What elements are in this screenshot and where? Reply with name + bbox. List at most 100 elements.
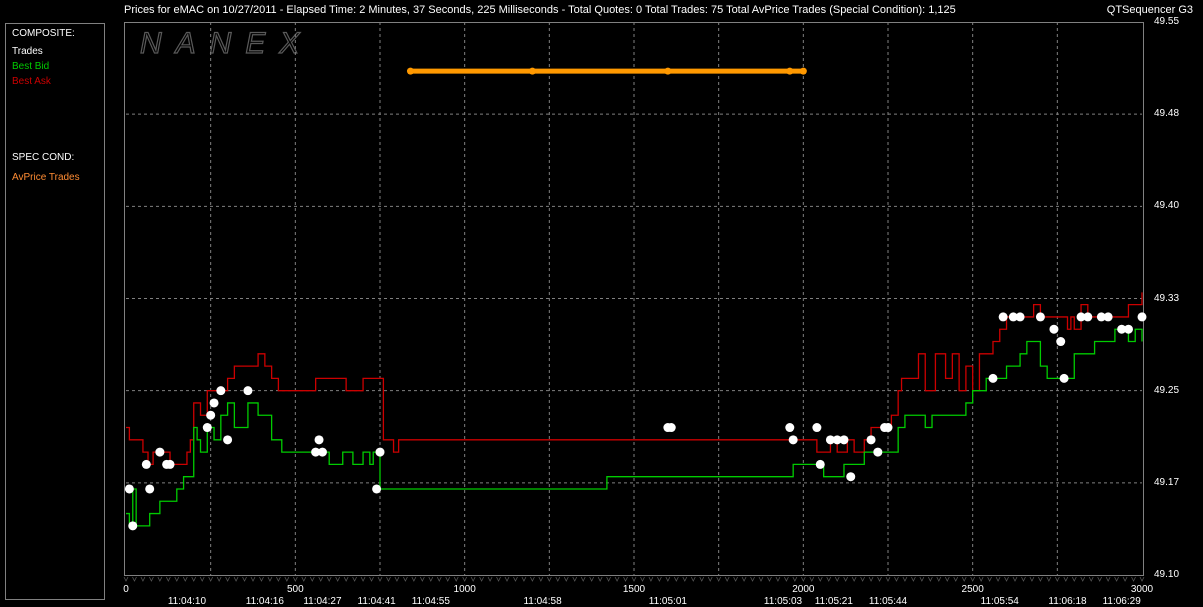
time-label: 11:04:10	[167, 596, 207, 607]
x-minor-tick	[479, 576, 484, 582]
x-minor-tick	[826, 576, 832, 582]
y-tick-label: 49.33	[1154, 292, 1180, 304]
trade-point	[866, 435, 876, 445]
x-minor-tick	[800, 576, 806, 582]
y-tick-label: 49.10	[1154, 569, 1180, 580]
x-tick-label: 1500	[622, 584, 646, 595]
x-minor-tick	[580, 576, 586, 582]
x-minor-tick	[631, 576, 637, 582]
x-minor-tick	[894, 576, 899, 582]
x-minor-tick	[174, 576, 180, 582]
y-tick-label: 49.55	[1154, 16, 1180, 27]
time-label: 11:04:58	[523, 596, 562, 607]
time-label: 11:05:03	[763, 596, 803, 607]
x-minor-tick	[1054, 576, 1060, 582]
x-minor-tick	[436, 576, 442, 582]
trade-point	[1137, 312, 1147, 322]
x-minor-tick	[157, 576, 163, 582]
x-minor-tick	[648, 576, 654, 582]
trade-point	[1015, 312, 1025, 322]
x-tick-marks	[123, 576, 1145, 582]
x-minor-tick	[521, 576, 527, 582]
x-minor-tick	[944, 576, 950, 582]
trade-point	[372, 484, 382, 494]
x-minor-tick	[809, 576, 815, 582]
x-minor-tick	[673, 576, 679, 582]
x-minor-tick	[419, 576, 425, 582]
trade-point	[375, 447, 385, 457]
x-minor-tick	[411, 576, 417, 582]
trade-point	[206, 410, 216, 420]
trade-point	[873, 447, 883, 457]
x-minor-tick	[301, 576, 307, 582]
x-minor-tick	[546, 576, 552, 582]
trade-point	[812, 423, 822, 433]
x-minor-tick	[487, 576, 493, 582]
x-minor-tick	[606, 576, 611, 582]
trade-point	[128, 521, 138, 531]
x-tick-label: 3000	[1130, 584, 1154, 595]
trade-point	[216, 386, 226, 396]
x-minor-tick	[504, 576, 510, 582]
x-minor-tick	[343, 576, 349, 582]
x-minor-tick	[496, 576, 501, 582]
x-minor-tick	[1088, 576, 1094, 582]
trade-point	[1049, 324, 1059, 334]
x-minor-tick	[182, 576, 188, 582]
avprice-point	[799, 67, 807, 75]
trade-point	[846, 472, 856, 482]
x-minor-tick	[953, 576, 959, 582]
trade-point	[815, 459, 825, 469]
x-minor-tick	[843, 576, 849, 582]
x-minor-tick	[132, 576, 137, 582]
x-minor-tick	[403, 576, 408, 582]
x-minor-tick	[352, 576, 357, 582]
x-minor-tick	[386, 576, 391, 582]
x-minor-tick	[360, 576, 366, 582]
x-minor-tick	[741, 576, 747, 582]
x-minor-tick	[250, 576, 256, 582]
avprice-point	[786, 67, 794, 75]
x-minor-tick	[784, 576, 789, 582]
x-minor-tick	[165, 576, 171, 582]
x-minor-tick	[682, 576, 688, 582]
x-minor-tick	[724, 576, 730, 582]
x-minor-tick	[919, 576, 925, 582]
x-minor-tick	[995, 576, 1001, 582]
x-minor-tick	[140, 576, 146, 582]
time-label: 11:05:54	[980, 596, 1019, 607]
y-tick-label: 49.48	[1154, 108, 1180, 120]
x-minor-tick	[242, 576, 247, 582]
x-minor-tick	[123, 576, 129, 582]
x-minor-tick	[1021, 576, 1026, 582]
grid	[126, 22, 1142, 575]
time-label: 11:05:44	[868, 596, 908, 607]
x-minor-tick	[690, 576, 696, 582]
time-label: 11:05:21	[814, 596, 853, 607]
x-minor-tick	[1046, 576, 1052, 582]
x-minor-tick	[1038, 576, 1043, 582]
trade-point	[317, 447, 327, 457]
x-minor-tick	[834, 576, 840, 582]
y-tick-label: 49.25	[1154, 384, 1180, 396]
y-tick-label: 49.40	[1154, 200, 1180, 212]
x-minor-tick	[987, 576, 992, 582]
x-minor-tick	[1063, 576, 1069, 582]
x-minor-tick	[911, 576, 916, 582]
trade-point	[209, 398, 219, 408]
x-minor-tick	[1029, 576, 1035, 582]
time-label: 11:04:27	[303, 596, 342, 607]
x-minor-tick	[640, 576, 645, 582]
trade-point	[839, 435, 849, 445]
x-minor-tick	[225, 576, 230, 582]
x-minor-tick	[292, 576, 298, 582]
x-minor-tick	[699, 576, 705, 582]
x-minor-tick	[233, 576, 239, 582]
x-tick-label: 0	[123, 584, 129, 595]
y-tick-label: 49.17	[1154, 476, 1180, 488]
trade-point	[988, 373, 998, 383]
trade-point	[785, 423, 795, 433]
x-minor-tick	[936, 576, 942, 582]
x-minor-tick	[733, 576, 738, 582]
x-minor-tick	[902, 576, 908, 582]
